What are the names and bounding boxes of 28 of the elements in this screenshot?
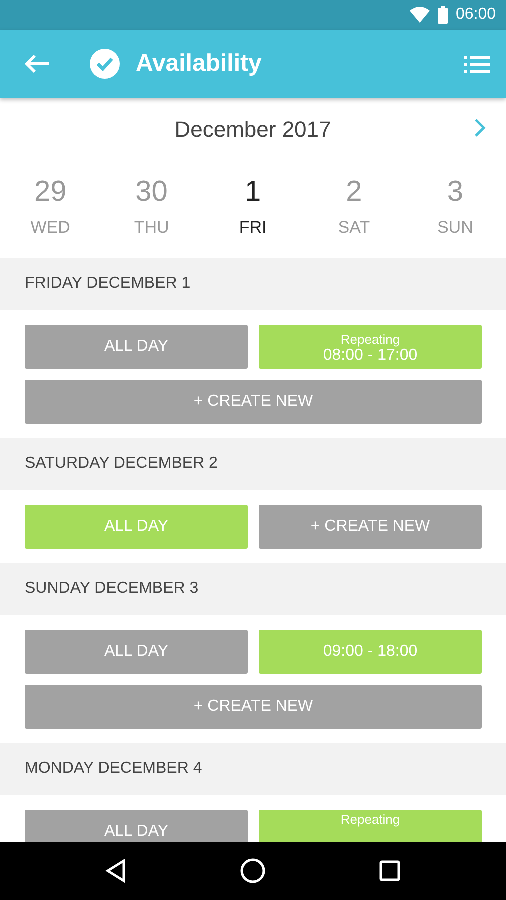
create-new-button[interactable]: + CREATE NEW xyxy=(259,505,482,549)
create-new-button[interactable]: + CREATE NEW xyxy=(25,380,482,424)
day-tab[interactable]: 1 FRI xyxy=(202,160,304,258)
clock-time: 06:00 xyxy=(456,5,496,25)
availability-slot-button[interactable]: Repeating 08:00 - 17:00 xyxy=(259,325,482,369)
availability-slot-button[interactable]: ALL DAY xyxy=(25,810,248,842)
month-title: December 2017 xyxy=(174,116,332,144)
availability-slot-button[interactable]: ALL DAY xyxy=(25,325,248,369)
back-triangle-icon[interactable] xyxy=(104,859,127,883)
wifi-icon xyxy=(410,7,430,23)
availability-slot-button[interactable]: ALL DAY xyxy=(25,630,248,674)
check-circle-icon xyxy=(90,49,120,79)
battery-icon xyxy=(438,6,448,24)
day-tab[interactable]: 29 WED xyxy=(0,160,102,258)
home-circle-icon[interactable] xyxy=(240,858,266,884)
availability-slot-button[interactable]: Repeating xyxy=(259,810,482,842)
create-new-button[interactable]: + CREATE NEW xyxy=(25,685,482,729)
availability-slot-button[interactable]: ALL DAY xyxy=(25,505,248,549)
recents-square-icon[interactable] xyxy=(379,860,402,882)
day-tab[interactable]: 3 SUN xyxy=(404,160,506,258)
availability-slot-button[interactable]: 09:00 - 18:00 xyxy=(259,630,482,674)
screen-title: Availability xyxy=(136,49,262,79)
day-section-header: MONDAY DECEMBER 4 xyxy=(0,743,506,795)
day-section-header: FRIDAY DECEMBER 1 xyxy=(0,258,506,310)
day-section-header: SATURDAY DECEMBER 2 xyxy=(0,438,506,490)
day-section-header: SUNDAY DECEMBER 3 xyxy=(0,563,506,615)
day-tab[interactable]: 30 THU xyxy=(101,160,202,258)
day-tab[interactable]: 2 SAT xyxy=(304,160,405,258)
